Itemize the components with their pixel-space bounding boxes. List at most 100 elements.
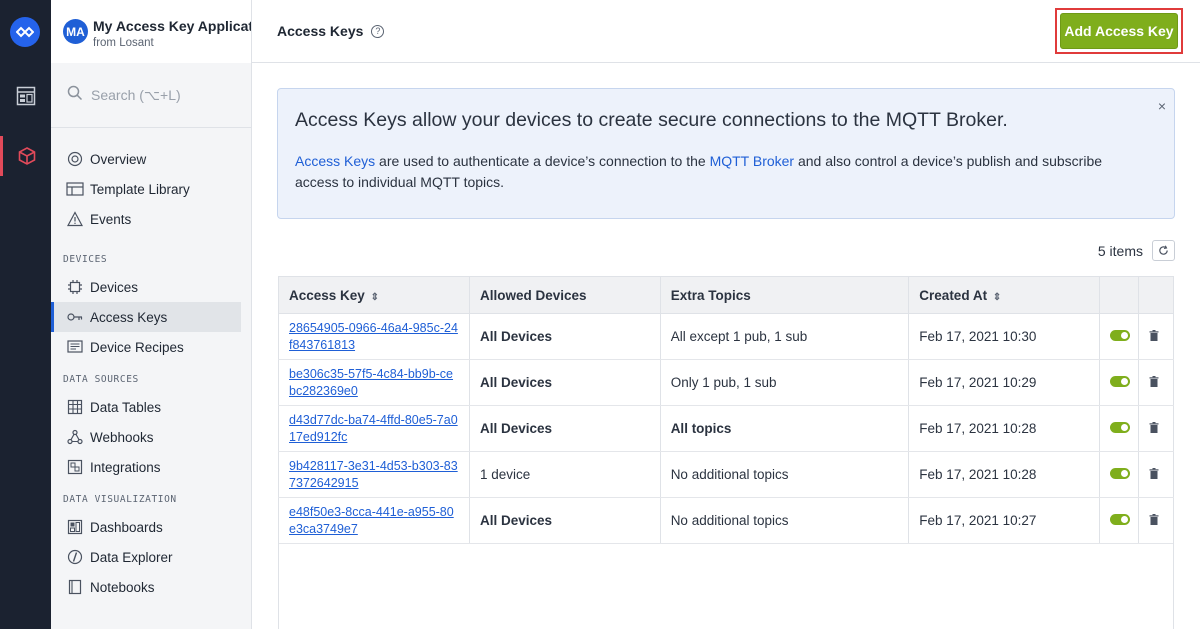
search-bar xyxy=(51,63,251,128)
table-row: e48f50e3-8cca-441e-a955-80e3ca3749e7 All… xyxy=(278,497,1174,544)
allowed-devices-cell: All Devices xyxy=(469,313,661,360)
trash-icon[interactable] xyxy=(1149,513,1159,528)
section-label-data-sources: DATA SOURCES xyxy=(63,374,139,385)
application-header[interactable]: MA My Access Key Applicat... from Losant xyxy=(51,0,251,63)
column-header-enabled xyxy=(1099,276,1139,314)
allowed-devices-cell: All Devices xyxy=(469,497,661,544)
sidebar-item-label: Devices xyxy=(90,279,139,295)
trash-icon[interactable] xyxy=(1149,375,1159,390)
column-header-access-key[interactable]: Access Key ⇕ xyxy=(278,276,470,314)
access-key-link[interactable]: be306c35-57f5-4c84-bb9b-cebc282369e0 xyxy=(289,366,459,400)
extra-topics-cell: All topics xyxy=(660,405,910,452)
sort-icon[interactable]: ⇕ xyxy=(371,292,379,303)
data-tables-icon xyxy=(66,398,84,416)
sidebar-item-data-explorer[interactable]: Data Explorer xyxy=(51,542,241,572)
access-key-link[interactable]: 28654905-0966-46a4-985c-24f843761813 xyxy=(289,320,459,354)
main-content: Access Keys ? Add Access Key Access Keys… xyxy=(252,0,1200,629)
allowed-devices-cell: 1 device xyxy=(469,451,661,498)
enabled-toggle[interactable] xyxy=(1110,514,1131,525)
page-title: Access Keys xyxy=(277,23,364,39)
refresh-icon[interactable] xyxy=(1152,240,1175,261)
sidebar-item-label: Overview xyxy=(90,151,147,167)
help-icon[interactable]: ? xyxy=(371,24,385,38)
sidebar-item-device-recipes[interactable]: Device Recipes xyxy=(51,332,241,362)
sidebar-item-access-keys[interactable]: Access Keys xyxy=(51,302,241,332)
created-at-cell: Feb 17, 2021 10:30 xyxy=(908,313,1101,360)
access-key-link[interactable]: e48f50e3-8cca-441e-a955-80e3ca3749e7 xyxy=(289,504,459,538)
sidebar-item-overview[interactable]: Overview xyxy=(51,144,241,174)
application-org: from Losant xyxy=(93,37,154,49)
column-header-actions xyxy=(1138,276,1174,314)
mqtt-broker-doc-link[interactable]: MQTT Broker xyxy=(710,153,795,169)
application-name[interactable]: My Access Key Applicat... xyxy=(93,18,251,34)
extra-topics-cell: No additional topics xyxy=(660,497,910,544)
close-icon[interactable]: × xyxy=(1158,98,1166,114)
allowed-devices-cell: All Devices xyxy=(469,405,661,452)
column-header-extra-topics: Extra Topics xyxy=(660,276,910,314)
section-label-data-visualization: DATA VISUALIZATION xyxy=(63,494,177,505)
access-key-icon xyxy=(66,308,84,326)
losant-logo-icon[interactable] xyxy=(10,17,40,47)
sidebar-item-label: Webhooks xyxy=(90,429,154,445)
table-header-row: Access Key ⇕ Allowed Devices Extra Topic… xyxy=(278,276,1174,314)
banner-text: Access Keys are used to authenticate a d… xyxy=(295,151,1135,193)
sidebar-item-notebooks[interactable]: Notebooks xyxy=(51,572,241,602)
sidebar-item-dashboards[interactable]: Dashboards xyxy=(51,512,241,542)
sidebar-item-devices[interactable]: Devices xyxy=(51,272,241,302)
sidebar-item-events[interactable]: Events xyxy=(51,204,241,234)
allowed-devices-cell: All Devices xyxy=(469,359,661,406)
notebooks-icon xyxy=(66,578,84,596)
trash-icon[interactable] xyxy=(1149,421,1159,436)
access-keys-doc-link[interactable]: Access Keys xyxy=(295,153,375,169)
access-key-link[interactable]: d43d77dc-ba74-4ffd-80e5-7a017ed912fc xyxy=(289,412,459,446)
app-rail xyxy=(0,0,51,629)
column-header-allowed-devices: Allowed Devices xyxy=(469,276,661,314)
applications-list-icon[interactable] xyxy=(0,76,51,116)
sidebar-item-label: Events xyxy=(90,211,132,227)
column-header-created-at[interactable]: Created At ⇕ xyxy=(908,276,1101,314)
avatar: MA xyxy=(63,19,88,44)
table-empty-area xyxy=(278,543,1174,629)
sidebar-item-webhooks[interactable]: Webhooks xyxy=(51,422,241,452)
template-library-icon xyxy=(66,180,84,198)
list-toolbar: 5 items xyxy=(1098,240,1175,261)
enabled-toggle[interactable] xyxy=(1110,422,1131,433)
overview-icon xyxy=(66,150,84,168)
sidebar-item-template-library[interactable]: Template Library xyxy=(51,174,241,204)
search-input[interactable] xyxy=(91,87,251,103)
enabled-toggle[interactable] xyxy=(1110,330,1131,341)
created-at-cell: Feb 17, 2021 10:27 xyxy=(908,497,1101,544)
section-label-devices: DEVICES xyxy=(63,254,108,265)
extra-topics-cell: All except 1 pub, 1 sub xyxy=(660,313,910,360)
sidebar-item-label: Device Recipes xyxy=(90,339,184,355)
sidebar: MA My Access Key Applicat... from Losant… xyxy=(51,0,252,629)
extra-topics-cell: No additional topics xyxy=(660,451,910,498)
access-key-link[interactable]: 9b428117-3e31-4d53-b303-837372642915 xyxy=(289,458,459,492)
sort-icon[interactable]: ⇕ xyxy=(993,292,1001,303)
add-button-highlight: Add Access Key xyxy=(1055,8,1183,54)
trash-icon[interactable] xyxy=(1149,467,1159,482)
info-banner: Access Keys allow your devices to create… xyxy=(277,88,1175,219)
table-row: 28654905-0966-46a4-985c-24f843761813 All… xyxy=(278,313,1174,360)
enabled-toggle[interactable] xyxy=(1110,376,1131,387)
dashboards-icon xyxy=(66,518,84,536)
events-icon xyxy=(66,210,84,228)
enabled-toggle[interactable] xyxy=(1110,468,1131,479)
page-header: Access Keys ? Add Access Key xyxy=(252,0,1200,63)
device-chip-icon xyxy=(66,278,84,296)
sidebar-item-integrations[interactable]: Integrations xyxy=(51,452,241,482)
sidebar-item-label: Integrations xyxy=(90,459,161,475)
banner-title: Access Keys allow your devices to create… xyxy=(295,109,1008,131)
trash-icon[interactable] xyxy=(1149,329,1159,344)
search-icon xyxy=(67,85,83,106)
add-access-key-button[interactable]: Add Access Key xyxy=(1060,13,1178,49)
table-row: be306c35-57f5-4c84-bb9b-cebc282369e0 All… xyxy=(278,359,1174,406)
webhooks-icon xyxy=(66,428,84,446)
table-row: 9b428117-3e31-4d53-b303-837372642915 1 d… xyxy=(278,451,1174,498)
data-explorer-icon xyxy=(66,548,84,566)
integrations-icon xyxy=(66,458,84,476)
created-at-cell: Feb 17, 2021 10:28 xyxy=(908,405,1101,452)
application-cube-icon[interactable] xyxy=(0,136,51,176)
sidebar-item-label: Data Tables xyxy=(90,399,162,415)
sidebar-item-data-tables[interactable]: Data Tables xyxy=(51,392,241,422)
